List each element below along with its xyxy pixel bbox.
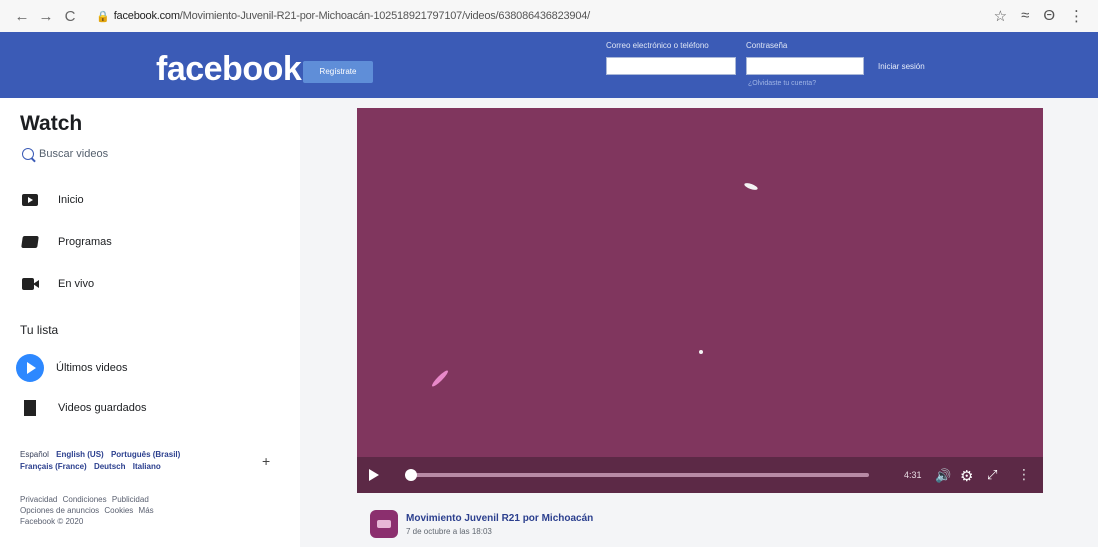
- footer-link[interactable]: Publicidad: [112, 495, 149, 504]
- forgot-account-link[interactable]: ¿Olvidaste tu cuenta?: [748, 80, 816, 87]
- back-icon[interactable]: ←: [10, 8, 34, 25]
- watch-sidebar: Watch Buscar videos Inicio Programas En …: [0, 98, 300, 547]
- signup-button[interactable]: Regístrate: [303, 61, 373, 83]
- lock-icon: 🔒: [96, 10, 110, 23]
- sidebar-item-inicio[interactable]: Inicio: [22, 194, 84, 206]
- bookmark-star-icon[interactable]: ☆: [994, 7, 1007, 25]
- sidebar-item-en-vivo[interactable]: En vivo: [22, 278, 94, 290]
- language-link[interactable]: Italiano: [133, 462, 161, 471]
- reload-icon[interactable]: C: [58, 8, 82, 25]
- video-frame-detail: [743, 181, 759, 192]
- sidebar-item-label: Programas: [58, 236, 112, 248]
- play-icon[interactable]: [369, 469, 379, 481]
- bookmark-icon: [24, 400, 36, 416]
- play-circle-icon: [16, 354, 44, 382]
- sidebar-item-label: Últimos videos: [56, 362, 128, 374]
- address-bar[interactable]: facebook.com/Movimiento-Juvenil-R21-por-…: [114, 10, 874, 22]
- volume-icon[interactable]: 🔊: [935, 468, 951, 484]
- fullscreen-icon[interactable]: ⤢: [987, 467, 997, 483]
- footer-link[interactable]: Privacidad: [20, 495, 57, 504]
- more-options-icon[interactable]: ⋮: [1017, 466, 1031, 483]
- language-link[interactable]: Español: [20, 450, 49, 459]
- search-icon: [22, 148, 34, 160]
- language-list: Français (France) Deutsch Italiano: [20, 462, 166, 471]
- avatar[interactable]: [370, 510, 398, 538]
- sidebar-item-videos-guardados[interactable]: Videos guardados: [22, 400, 146, 416]
- password-field[interactable]: [746, 57, 864, 75]
- account-icon[interactable]: Θ: [1043, 7, 1055, 25]
- email-label: Correo electrónico o teléfono: [606, 41, 709, 50]
- copyright: Facebook © 2020: [20, 517, 84, 526]
- video-frame-detail: [699, 350, 703, 354]
- reader-icon[interactable]: ≈: [1021, 7, 1029, 25]
- tv-icon: [22, 194, 38, 206]
- browser-actions: ☆ ≈ Θ ⋮: [994, 7, 1084, 25]
- language-link[interactable]: Português (Brasil): [111, 450, 180, 459]
- search-placeholder: Buscar videos: [39, 148, 109, 160]
- live-camera-icon: [22, 278, 39, 290]
- video-progress-handle[interactable]: [405, 469, 417, 481]
- search-input[interactable]: Buscar videos: [22, 148, 108, 160]
- facebook-logo[interactable]: facebook: [156, 50, 302, 89]
- language-link[interactable]: Français (France): [20, 462, 87, 471]
- facebook-header: facebook Regístrate Correo electrónico o…: [0, 32, 1098, 98]
- url-path: /Movimiento-Juvenil-R21-por-Michoacán-10…: [179, 10, 591, 22]
- browser-toolbar: ← → C 🔒 facebook.com/Movimiento-Juvenil-…: [0, 0, 1098, 32]
- list-heading: Tu lista: [20, 323, 59, 337]
- email-field[interactable]: [606, 57, 736, 75]
- video-progress-bar[interactable]: [409, 473, 869, 477]
- post-timestamp[interactable]: 7 de octubre a las 18:03: [406, 527, 593, 536]
- video-frame-detail: [430, 368, 450, 389]
- footer-link[interactable]: Condiciones: [63, 495, 107, 504]
- video-player[interactable]: 4:31 🔊 ⚙ ⤢ ⋮: [357, 108, 1043, 493]
- url-host: facebook.com: [113, 10, 180, 22]
- login-button[interactable]: Iniciar sesión: [878, 62, 925, 71]
- sidebar-item-label: Inicio: [58, 194, 84, 206]
- page-name-link[interactable]: Movimiento Juvenil R21 por Michoacán: [406, 513, 593, 524]
- footer-link[interactable]: Más: [139, 506, 154, 515]
- language-link[interactable]: English (US): [56, 450, 104, 459]
- sidebar-item-programas[interactable]: Programas: [21, 236, 112, 248]
- shows-icon: [21, 236, 39, 248]
- more-languages-button[interactable]: +: [262, 453, 270, 469]
- language-list: Español English (US) Português (Brasil): [20, 450, 185, 459]
- settings-gear-icon[interactable]: ⚙: [960, 467, 973, 485]
- sidebar-item-label: Videos guardados: [58, 402, 147, 414]
- sidebar-item-label: En vivo: [58, 278, 95, 290]
- sidebar-item-ultimos-videos[interactable]: Últimos videos: [16, 354, 128, 382]
- forward-icon[interactable]: →: [34, 8, 58, 25]
- password-label: Contraseña: [746, 41, 788, 50]
- video-time: 4:31: [904, 470, 922, 480]
- video-controls: 4:31 🔊 ⚙ ⤢ ⋮: [357, 457, 1043, 493]
- browser-menu-icon[interactable]: ⋮: [1069, 7, 1084, 25]
- footer-link[interactable]: Opciones de anuncios: [20, 506, 99, 515]
- video-post-info: Movimiento Juvenil R21 por Michoacán 7 d…: [370, 510, 593, 538]
- page-title: Watch: [20, 112, 83, 135]
- language-link[interactable]: Deutsch: [94, 462, 126, 471]
- footer-link[interactable]: Cookies: [104, 506, 133, 515]
- footer-links: Privacidad Condiciones Publicidad Opcion…: [20, 494, 220, 527]
